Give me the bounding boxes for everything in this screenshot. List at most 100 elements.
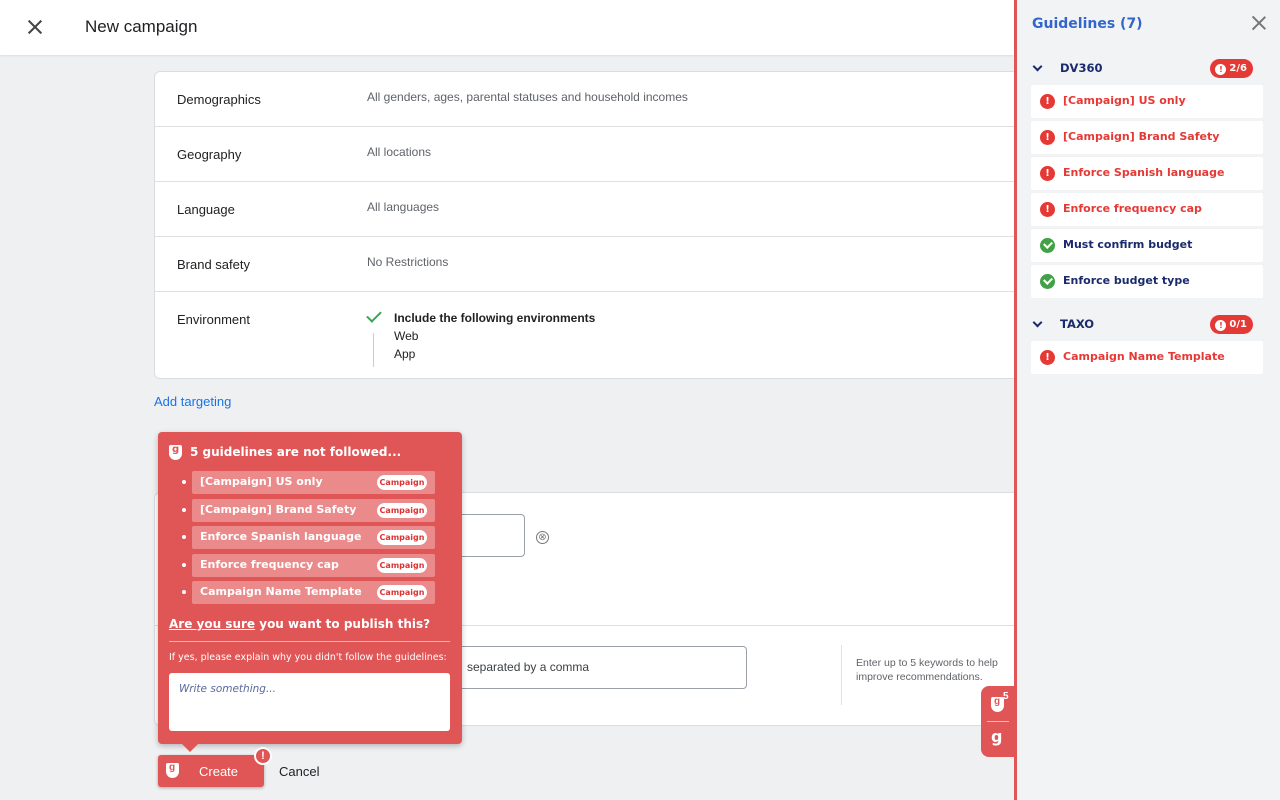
alert-icon: !	[1215, 64, 1227, 75]
guideline-label: Campaign Name Template	[1063, 350, 1225, 363]
guideline-item[interactable]: Enforce budget type	[1031, 265, 1263, 298]
campaign-tag: Campaign	[377, 530, 427, 545]
guideline-label: Enforce Spanish language	[1063, 166, 1225, 179]
badge-count: 2/6	[1229, 63, 1247, 74]
close-panel-icon[interactable]	[1251, 15, 1267, 31]
badge-count: 0/1	[1229, 319, 1247, 330]
campaign-tag: Campaign	[377, 557, 427, 573]
error-icon: !	[1040, 350, 1055, 365]
row-value: All locations	[367, 145, 432, 159]
guidelines-widget[interactable]: 5 g	[981, 686, 1015, 757]
guidelines-panel: Guidelines (7) DV360 ! 2/6 ! [Campaign] U…	[1014, 0, 1280, 800]
targeting-row-demographics[interactable]: Demographics All genders, ages, parental…	[155, 72, 1014, 127]
bullet	[182, 562, 186, 567]
guideline-item[interactable]: ! [Campaign] Brand Safety	[1031, 121, 1263, 154]
explain-label: If yes, please explain why you didn't fo…	[169, 652, 447, 663]
targeting-row-language[interactable]: Language All languages	[155, 182, 1014, 237]
section-header[interactable]: DV360 ! 2/6	[1031, 58, 1265, 82]
row-label: Environment	[177, 312, 250, 327]
section-taxo: TAXO ! 0/1 ! Campaign Name Template	[1031, 314, 1265, 374]
environment-item: App	[394, 347, 416, 361]
targeting-row-environment[interactable]: Environment Include the following enviro…	[155, 292, 1014, 378]
add-targeting-link[interactable]: Add targeting	[154, 394, 231, 409]
status-badge: ! 0/1	[1210, 315, 1253, 334]
violation-list: [Campaign] US only Campaign [Campaign] B…	[182, 471, 448, 609]
guideline-label: [Campaign] US only	[1063, 94, 1186, 107]
environment-title: Include the following environments	[394, 311, 596, 325]
guideline-label: Must confirm budget	[1063, 238, 1193, 251]
cut-off-row	[155, 55, 755, 61]
bullet	[182, 480, 186, 484]
divider	[373, 333, 374, 367]
bullet	[182, 507, 186, 512]
popup-arrow	[182, 744, 198, 752]
warning-badge-icon: !	[254, 747, 272, 765]
confirm-question-text: you want to publish this?	[255, 617, 431, 631]
shield-icon	[166, 762, 179, 778]
section-name: DV360	[1060, 61, 1103, 75]
shield-icon	[169, 444, 182, 460]
environment-item: Web	[394, 329, 419, 343]
guideline-item[interactable]: ! Enforce frequency cap	[1031, 193, 1263, 226]
campaign-tag: Campaign	[377, 502, 427, 518]
bullet	[182, 590, 186, 594]
create-label: Create	[199, 764, 239, 779]
clear-icon[interactable]: ⊗	[536, 531, 549, 544]
campaign-tag: Campaign	[377, 475, 427, 490]
bullet	[182, 535, 186, 539]
close-icon[interactable]	[24, 16, 46, 38]
logo-icon[interactable]: g	[991, 727, 1002, 746]
chevron-down-icon	[1032, 61, 1043, 72]
check-circle-icon	[1040, 274, 1055, 289]
violation-label: [Campaign] US only	[200, 475, 323, 488]
list-item: [Campaign] Brand Safety Campaign	[182, 498, 448, 522]
row-value: All genders, ages, parental statuses and…	[367, 90, 688, 104]
section-name: TAXO	[1060, 317, 1095, 331]
error-icon: !	[1040, 130, 1055, 145]
popup-title: 5 guidelines are not followed...	[190, 445, 402, 459]
row-value: All languages	[367, 200, 440, 214]
violation-label: Enforce Spanish language	[200, 530, 362, 543]
widget-count: 5	[1003, 691, 1009, 702]
guideline-item[interactable]: ! [Campaign] US only	[1031, 85, 1263, 118]
alert-icon: !	[1215, 320, 1227, 331]
list-item: Campaign Name Template Campaign	[182, 581, 448, 604]
keywords-hint: Enter up to 5 keywords to help improve r…	[856, 657, 998, 683]
violation-label: Enforce frequency cap	[200, 557, 339, 571]
section-header[interactable]: TAXO ! 0/1	[1031, 314, 1265, 338]
row-label: Language	[177, 202, 235, 217]
divider	[169, 641, 450, 642]
check-circle-icon	[1040, 238, 1055, 253]
cancel-button[interactable]: Cancel	[279, 764, 319, 779]
row-label: Geography	[177, 147, 242, 162]
explanation-textarea[interactable]: Write something...	[169, 673, 450, 731]
guidelines-warning-popup: 5 guidelines are not followed... [Campai…	[158, 432, 462, 752]
textarea-placeholder: Write something...	[179, 683, 276, 695]
row-label: Demographics	[177, 92, 261, 107]
guideline-item[interactable]: ! Campaign Name Template	[1031, 341, 1263, 374]
section-dv360: DV360 ! 2/6 ! [Campaign] US only ! [Campa…	[1031, 58, 1265, 298]
divider	[987, 721, 1009, 722]
top-bar: New campaign	[0, 0, 1014, 55]
targeting-row-brand-safety[interactable]: Brand safety No Restrictions	[155, 237, 1014, 292]
targeting-row-geography[interactable]: Geography All locations	[155, 127, 1014, 182]
campaign-tag: Campaign	[377, 585, 427, 600]
chevron-down-icon	[1032, 317, 1043, 328]
error-icon: !	[1040, 202, 1055, 217]
error-icon: !	[1040, 166, 1055, 181]
confirm-question: Are you sure you want to publish this?	[169, 617, 430, 631]
guideline-label: Enforce budget type	[1063, 274, 1190, 287]
are-you-sure-link[interactable]: Are you sure	[169, 617, 255, 631]
guideline-item[interactable]: Must confirm budget	[1031, 229, 1263, 262]
violation-label: Campaign Name Template	[200, 585, 362, 598]
create-button[interactable]: Create	[158, 755, 264, 787]
status-badge: ! 2/6	[1210, 59, 1253, 78]
guideline-label: [Campaign] Brand Safety	[1063, 130, 1220, 143]
guideline-item[interactable]: ! Enforce Spanish language	[1031, 157, 1263, 190]
targeting-card: Demographics All genders, ages, parental…	[154, 71, 1014, 379]
keywords-input-text: separated by a comma	[467, 660, 590, 674]
divider	[841, 645, 842, 705]
panel-title: Guidelines (7)	[1032, 16, 1143, 32]
guideline-label: Enforce frequency cap	[1063, 202, 1202, 215]
list-item: [Campaign] US only Campaign	[182, 471, 448, 494]
